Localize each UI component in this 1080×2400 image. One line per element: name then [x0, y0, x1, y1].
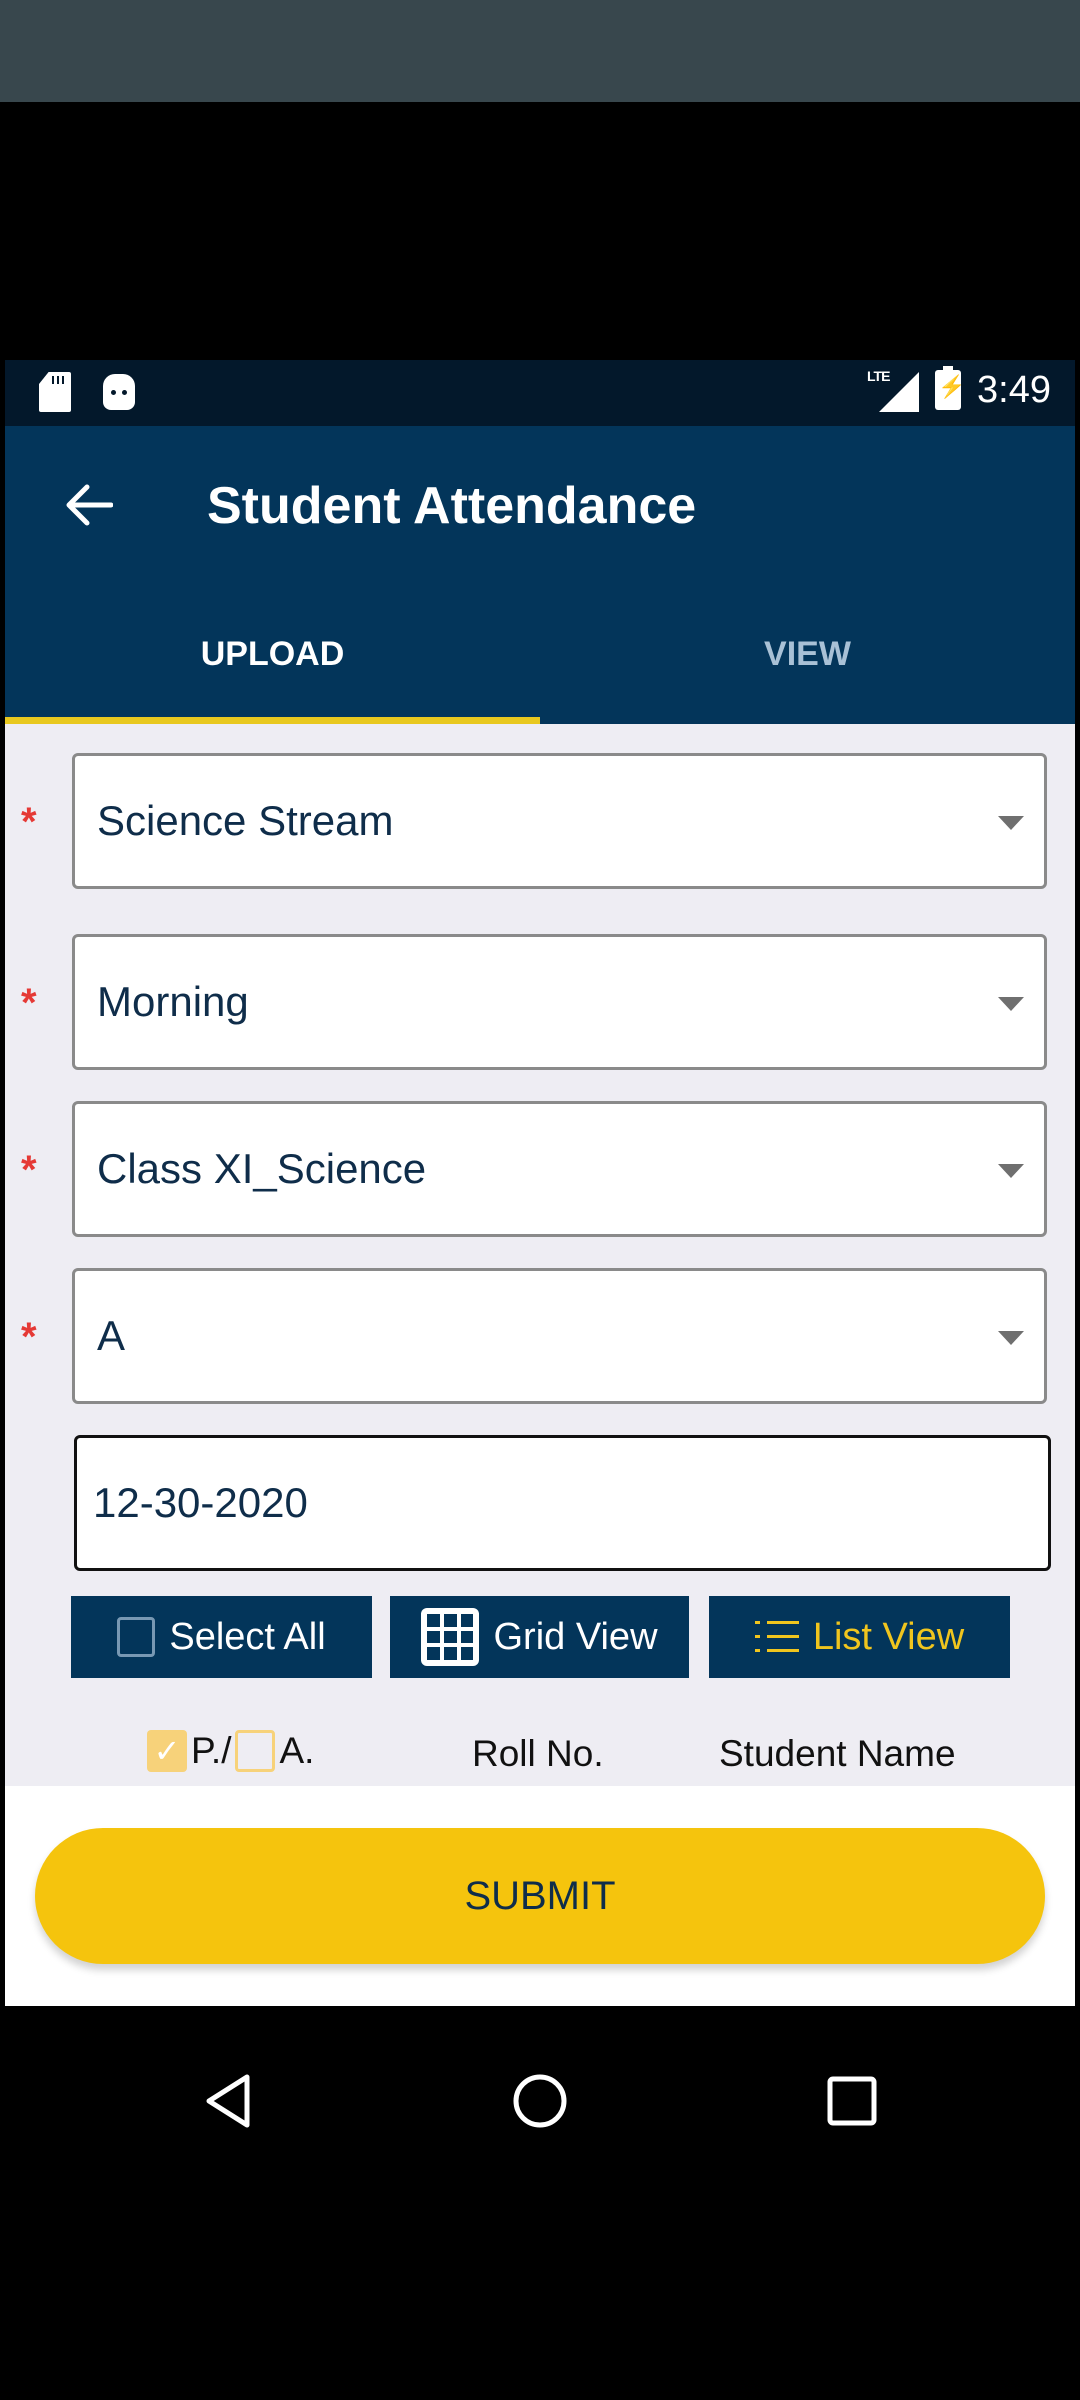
footer: SUBMIT	[5, 1786, 1075, 2006]
status-clock: 3:49	[977, 368, 1051, 411]
shift-dropdown[interactable]: Morning	[72, 934, 1047, 1070]
letterbox	[0, 102, 1080, 360]
class-dropdown[interactable]: Class XI_Science	[72, 1101, 1047, 1237]
absent-label: A.	[279, 1730, 315, 1771]
lte-signal-icon: LTE	[867, 368, 920, 412]
tab-view[interactable]: VIEW	[540, 584, 1075, 724]
nav-recents-button[interactable]	[802, 2046, 902, 2156]
present-label: P./	[191, 1730, 232, 1771]
battery-charging-icon	[935, 366, 965, 410]
table-header: ✓ P./ A. Roll No. Student Name	[5, 1725, 1075, 1785]
tab-upload-label: UPLOAD	[200, 634, 345, 673]
tab-indicator	[5, 717, 540, 724]
arrow-left-icon	[66, 484, 113, 526]
status-bar: LTE 3:49	[5, 360, 1075, 426]
app-bar: Student Attendance	[5, 426, 1075, 584]
present-checkbox[interactable]: ✓	[147, 1730, 187, 1772]
recents-square-icon	[827, 2076, 877, 2126]
date-value: 12-30-2020	[93, 1479, 308, 1526]
dropdown-arrow-icon	[998, 1164, 1024, 1178]
dropdown-arrow-icon	[998, 1331, 1024, 1345]
list-view-button[interactable]: List View	[709, 1596, 1010, 1678]
shift-dropdown-value: Morning	[97, 978, 249, 1025]
nav-back-button[interactable]	[178, 2046, 278, 2156]
absent-checkbox[interactable]	[235, 1730, 276, 1772]
dropdown-arrow-icon	[998, 997, 1024, 1011]
stream-dropdown[interactable]: Science Stream	[72, 753, 1047, 889]
back-triangle-icon	[206, 2074, 250, 2128]
section-dropdown-value: A	[97, 1312, 126, 1359]
list-icon	[754, 1619, 799, 1655]
submit-button[interactable]: SUBMIT	[35, 1828, 1045, 1964]
roll-no-header: Roll No.	[472, 1733, 604, 1774]
list-view-label: List View	[812, 1615, 965, 1658]
page-title: Student Attendance	[207, 477, 697, 535]
stream-dropdown-value: Science Stream	[97, 797, 394, 844]
back-button[interactable]	[53, 470, 123, 540]
home-circle-icon	[513, 2074, 567, 2128]
select-all-button[interactable]: Select All	[71, 1596, 372, 1678]
tab-bar: UPLOAD VIEW	[5, 584, 1075, 724]
app-screen: LTE 3:49 Student Attendance UPLOAD VIEW …	[5, 360, 1075, 2006]
date-input[interactable]: 12-30-2020	[74, 1435, 1051, 1571]
grid-icon	[421, 1608, 480, 1666]
required-marker: *	[21, 981, 37, 1025]
required-marker: *	[21, 800, 37, 844]
section-dropdown[interactable]: A	[72, 1268, 1047, 1404]
select-all-label: Select All	[169, 1615, 326, 1658]
class-dropdown-value: Class XI_Science	[97, 1145, 427, 1192]
sd-card-icon	[39, 372, 71, 412]
grid-view-label: Grid View	[493, 1615, 658, 1658]
student-name-header: Student Name	[719, 1733, 956, 1774]
checkbox-icon	[117, 1617, 156, 1657]
required-marker: *	[21, 1148, 37, 1192]
tab-view-label: VIEW	[764, 634, 851, 673]
top-band	[0, 0, 1080, 102]
required-marker: *	[21, 1315, 37, 1359]
android-debug-icon	[103, 374, 135, 410]
navigation-bar	[0, 2006, 1080, 2400]
nav-home-button[interactable]	[490, 2046, 590, 2156]
grid-view-button[interactable]: Grid View	[390, 1596, 689, 1678]
tab-upload[interactable]: UPLOAD	[5, 584, 540, 724]
dropdown-arrow-icon	[998, 816, 1024, 830]
